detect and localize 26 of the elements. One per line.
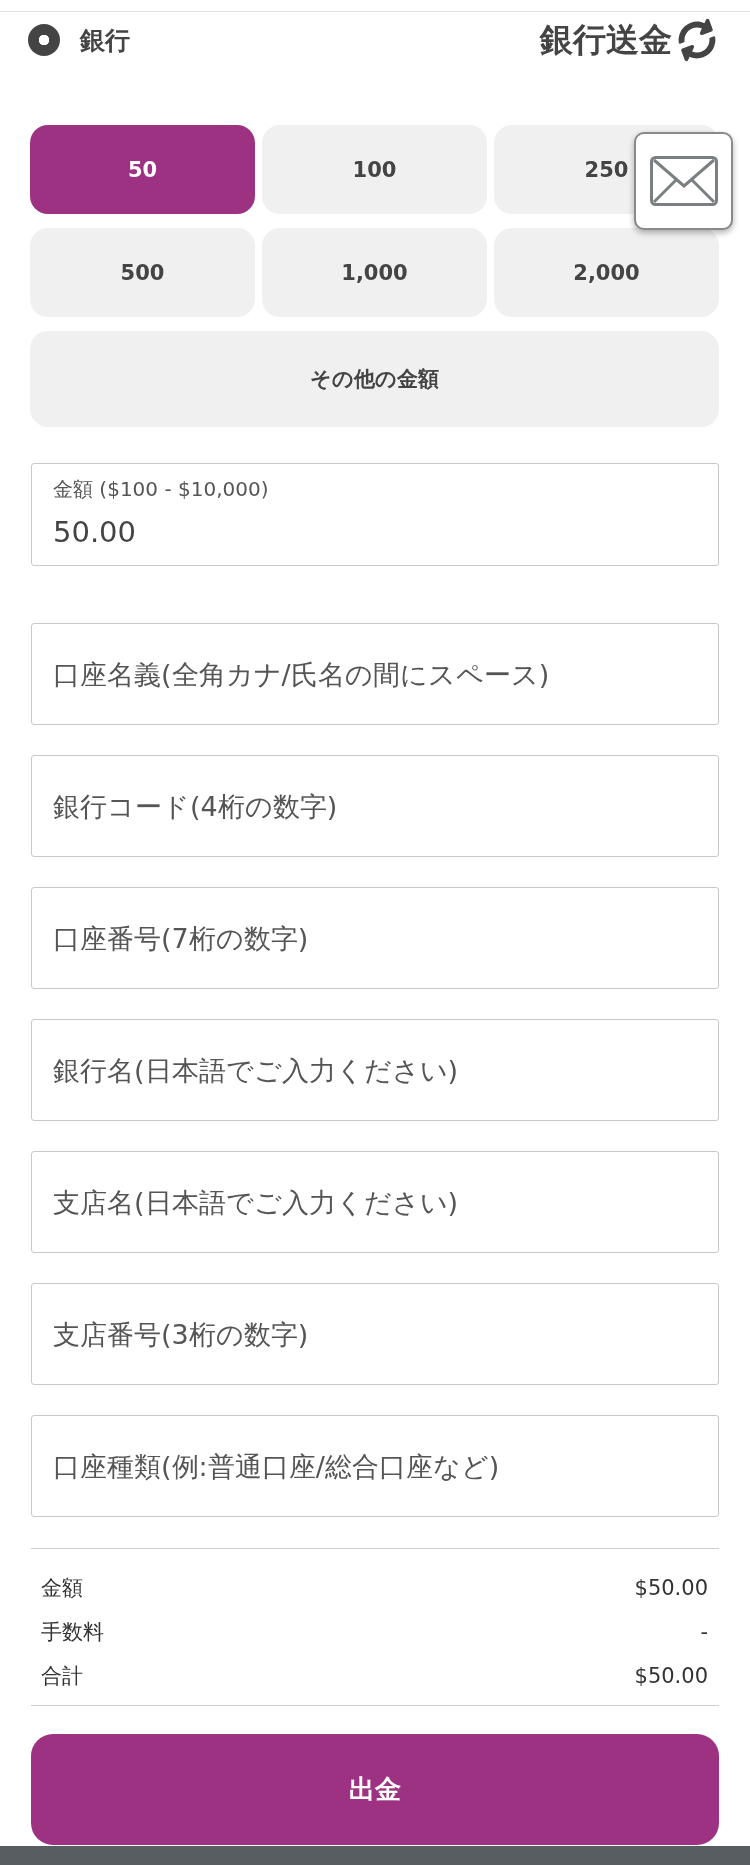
payment-method-label: 銀行 xyxy=(80,24,130,57)
input-field[interactable]: 銀行名(日本語でご入力ください) xyxy=(31,1019,719,1121)
page-title: 銀行送金 xyxy=(540,18,672,61)
input-field[interactable]: 支店名(日本語でご入力ください) xyxy=(31,1151,719,1253)
amount-input-field[interactable]: 金額 ($100 - $10,000) 50.00 xyxy=(31,463,719,566)
summary-value: $50.00 xyxy=(634,1576,708,1600)
summary-label: 合計 xyxy=(41,1663,83,1690)
amount-button[interactable]: 2,000 xyxy=(494,228,719,317)
summary-value: - xyxy=(700,1620,708,1644)
input-field[interactable]: 支店番号(3桁の数字) xyxy=(31,1283,719,1385)
amount-button[interactable]: 500 xyxy=(30,228,255,317)
mail-overlay[interactable] xyxy=(634,132,733,230)
input-field[interactable]: 銀行コード(4桁の数字) xyxy=(31,755,719,857)
input-field[interactable]: 口座番号(7桁の数字) xyxy=(31,887,719,989)
input-field[interactable]: 口座種類(例:普通口座/総合口座など) xyxy=(31,1415,719,1517)
amount-button[interactable]: 1,000 xyxy=(262,228,487,317)
input-field[interactable]: 口座名義(全角カナ/氏名の間にスペース) xyxy=(31,623,719,725)
amount-button[interactable]: 50 xyxy=(30,125,255,214)
summary-label: 手数料 xyxy=(41,1619,104,1646)
other-amount-button[interactable]: その他の金額 xyxy=(30,331,719,427)
envelope-icon xyxy=(649,156,718,206)
summary-label: 金額 xyxy=(41,1575,83,1602)
withdraw-button[interactable]: 出金 xyxy=(31,1734,719,1845)
radio-button[interactable] xyxy=(28,24,60,56)
summary-value: $50.00 xyxy=(634,1664,708,1688)
amount-button[interactable]: 100 xyxy=(262,125,487,214)
